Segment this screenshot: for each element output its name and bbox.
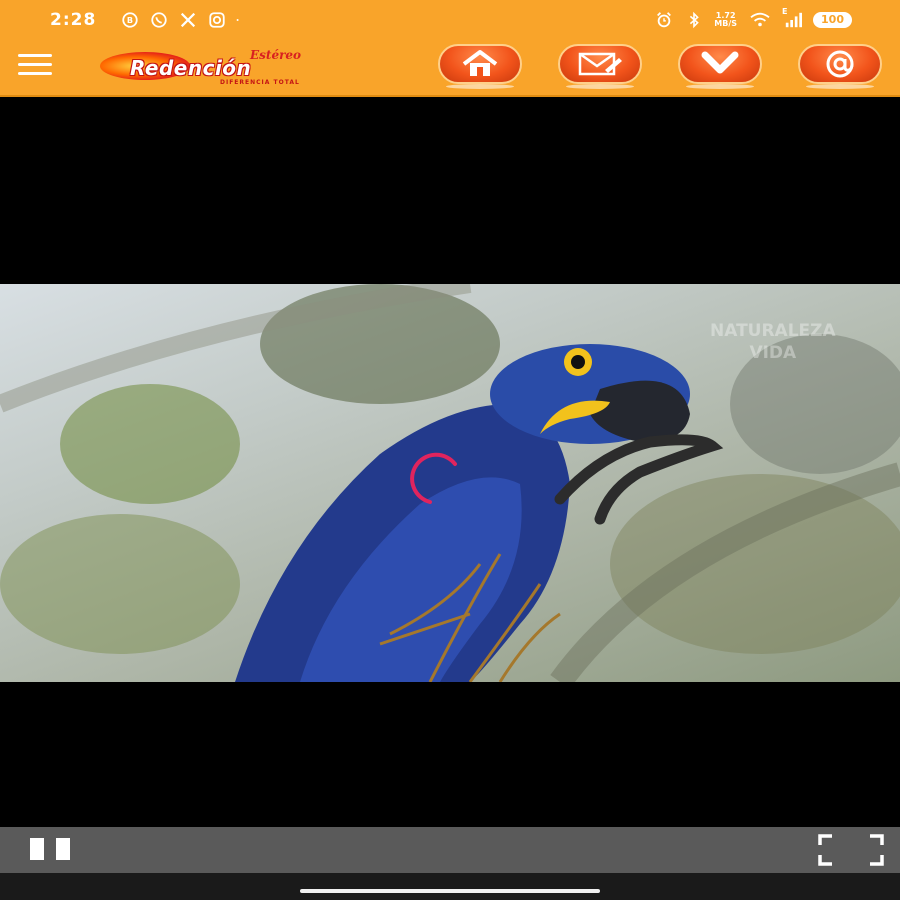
svg-text:B: B — [127, 15, 133, 25]
network-speed-unit: MB/S — [714, 19, 738, 28]
logo-top-word: Estéreo — [250, 48, 302, 62]
pause-icon — [56, 838, 70, 860]
macaw-eye — [571, 355, 585, 369]
app-header: Estéreo Redención DIFERENCIA TOTAL — [0, 40, 900, 95]
station-logo[interactable]: Estéreo Redención DIFERENCIA TOTAL — [100, 48, 360, 86]
logo-tagline: DIFERENCIA TOTAL — [220, 79, 300, 86]
button-reflection — [686, 84, 754, 89]
dot-icon — [236, 19, 239, 21]
notification-icons: B — [120, 11, 244, 29]
home-button[interactable] — [438, 44, 522, 89]
signal-type-label: E — [782, 7, 788, 16]
battery-icon: 100 — [813, 12, 852, 28]
video-frame-image: NATURALEZA VIDA — [0, 284, 900, 682]
player-controls — [0, 827, 900, 873]
email-contact-button-face — [798, 44, 882, 84]
pause-button[interactable] — [28, 838, 74, 862]
system-icons: 1.72 MB/S E 100 — [654, 7, 852, 29]
hamburger-line — [18, 63, 52, 66]
status-bar: 2:28 B 1.72 MB/S E 100 — [0, 0, 900, 40]
x-icon — [180, 12, 196, 28]
video-player[interactable]: NATURALEZA VIDA — [0, 97, 900, 827]
signal-indicator: E — [782, 7, 803, 29]
button-reflection — [806, 84, 874, 89]
alarm-icon — [657, 12, 672, 28]
video-watermark: NATURALEZA VIDA — [710, 320, 836, 364]
foliage-blob — [60, 384, 240, 504]
email-contact-button[interactable] — [798, 44, 882, 89]
whatsapp-icon — [151, 12, 167, 28]
dropdown-button-face — [678, 44, 762, 84]
menu-button[interactable] — [18, 54, 52, 78]
mail-button-face — [558, 44, 642, 84]
watermark-line: VIDA — [749, 343, 797, 363]
fullscreen-icon[interactable] — [818, 834, 884, 866]
whatsapp-business-icon: B — [122, 12, 138, 28]
home-button-face — [438, 44, 522, 84]
hamburger-line — [18, 72, 52, 75]
hamburger-line — [18, 54, 52, 57]
mail-button[interactable] — [558, 44, 642, 89]
wifi-icon — [750, 12, 770, 27]
bluetooth-icon — [690, 11, 700, 29]
instagram-icon — [209, 12, 225, 28]
dropdown-button[interactable] — [678, 44, 762, 89]
network-speed: 1.72 MB/S — [714, 12, 737, 28]
foliage-blob — [610, 474, 900, 654]
chevron-down-icon — [701, 51, 739, 74]
pause-icon — [30, 838, 44, 860]
app-top-bar: 2:28 B 1.72 MB/S E 100 Estéreo Redención… — [0, 0, 900, 97]
foliage-blob — [0, 514, 240, 654]
home-indicator[interactable] — [300, 889, 600, 893]
status-time: 2:28 — [50, 10, 97, 30]
at-sign-icon — [826, 50, 854, 78]
system-navigation-bar — [0, 873, 900, 900]
home-icon — [462, 50, 498, 76]
watermark-line: NATURALEZA — [710, 321, 836, 341]
button-reflection — [446, 84, 514, 89]
mail-icon — [578, 52, 622, 76]
button-reflection — [566, 84, 634, 89]
logo-main-word: Redención — [130, 56, 252, 80]
